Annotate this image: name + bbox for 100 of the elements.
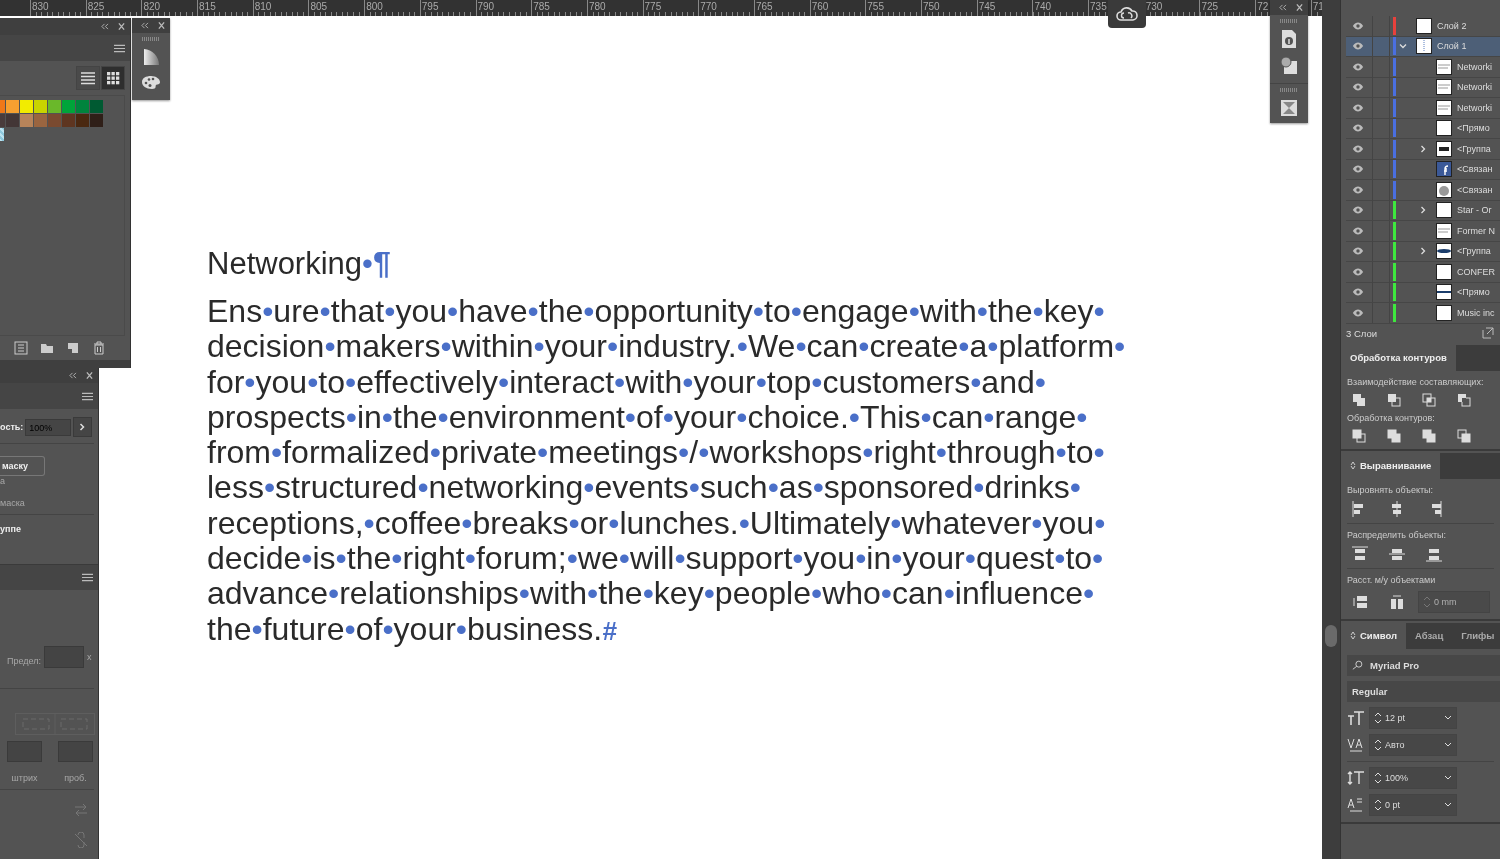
folder-icon[interactable] (40, 341, 54, 355)
chevron-down-icon[interactable] (1444, 801, 1452, 808)
layer-row[interactable]: CONFER (1346, 262, 1500, 283)
font-style-field[interactable]: Regular (1347, 680, 1500, 702)
collapse-icon[interactable] (100, 23, 109, 30)
color-swatch[interactable] (20, 114, 33, 127)
eye-icon[interactable] (1352, 144, 1364, 153)
horizontal-spacing-icon[interactable] (1389, 593, 1405, 610)
eye-icon[interactable] (1352, 83, 1364, 92)
color-swatch[interactable] (76, 114, 89, 127)
eye-icon[interactable] (1352, 42, 1364, 51)
panel-tab[interactable]: Выравнивание (1341, 452, 1441, 479)
new-window-icon[interactable] (1482, 327, 1494, 339)
color-swatch[interactable] (20, 100, 33, 113)
eye-icon[interactable] (1352, 226, 1364, 235)
chevron-down-icon[interactable] (1444, 714, 1452, 721)
color-swatch[interactable] (34, 114, 47, 127)
shape-mode-icon[interactable] (1457, 392, 1471, 407)
layer-row[interactable]: <Связан (1346, 180, 1500, 201)
gradient-icon[interactable] (141, 47, 161, 67)
eye-icon[interactable] (1352, 21, 1364, 30)
close-icon[interactable] (1295, 4, 1304, 11)
color-swatch[interactable] (62, 100, 75, 113)
color-swatch[interactable] (6, 114, 19, 127)
value-field[interactable]: 100% (1369, 766, 1457, 789)
grip-handle[interactable] (1280, 19, 1298, 23)
shapes-icon[interactable] (1279, 55, 1299, 75)
panel-tab[interactable]: Обработка контуров (1341, 344, 1456, 371)
layer-row[interactable]: Слой 2 (1346, 16, 1500, 37)
grip-handle[interactable] (1280, 88, 1298, 92)
grip-handle[interactable] (142, 37, 160, 41)
color-swatch[interactable] (6, 100, 19, 113)
layer-row[interactable]: Networki (1346, 57, 1500, 78)
mask-button[interactable]: маску (0, 456, 45, 476)
collapse-icon[interactable] (1278, 4, 1287, 11)
value-field[interactable]: Авто (1369, 733, 1457, 756)
panel-tab[interactable]: Абзац (1406, 622, 1453, 649)
eye-icon[interactable] (1352, 247, 1364, 256)
hourglass-icon[interactable] (1279, 98, 1299, 118)
cloud-icon[interactable] (1108, 0, 1146, 28)
menu-icon[interactable] (82, 391, 93, 401)
color-swatch[interactable] (62, 114, 75, 127)
value-field[interactable]: 0 pt (1369, 793, 1457, 816)
list-view-button[interactable] (76, 66, 100, 90)
collapse-icon[interactable] (68, 372, 77, 379)
shape-mode-icon[interactable] (1422, 392, 1436, 407)
eye-icon[interactable] (1352, 62, 1364, 71)
pathfinder-icon[interactable] (1352, 428, 1366, 443)
eye-icon[interactable] (1352, 185, 1364, 194)
color-swatch[interactable] (76, 100, 89, 113)
layer-row[interactable]: Star - Or (1346, 200, 1500, 221)
color-swatch[interactable] (34, 100, 47, 113)
color-swatch[interactable] (48, 114, 61, 127)
scrollbar[interactable] (1322, 0, 1340, 859)
new-item-icon[interactable] (66, 341, 80, 355)
color-swatch[interactable] (48, 100, 61, 113)
trash-icon[interactable] (92, 341, 106, 355)
close-icon[interactable] (85, 372, 94, 379)
layer-row[interactable]: Former N (1346, 221, 1500, 242)
panel-tab[interactable]: Глифы (1452, 622, 1500, 649)
pathfinder-icon[interactable] (1387, 428, 1401, 443)
shape-mode-icon[interactable] (1352, 392, 1366, 407)
gap-field[interactable] (58, 741, 93, 762)
scrollbar-thumb[interactable] (1325, 625, 1337, 647)
layer-row[interactable]: Networki (1346, 98, 1500, 119)
panel-tab[interactable]: Символ (1341, 622, 1407, 649)
grid-view-button[interactable] (101, 66, 125, 90)
limit-field[interactable] (44, 646, 84, 668)
layer-row[interactable]: Music inc (1346, 303, 1500, 324)
eye-icon[interactable] (1352, 103, 1364, 112)
layer-row[interactable]: <Прямо (1346, 282, 1500, 303)
layer-row[interactable]: Networki (1346, 77, 1500, 98)
pathfinder-icon[interactable] (1422, 428, 1436, 443)
value-field[interactable]: 12 pt (1369, 706, 1457, 729)
collapse-icon[interactable] (140, 22, 149, 29)
vertical-spacing-icon[interactable] (1352, 593, 1368, 610)
eye-icon[interactable] (1352, 288, 1364, 297)
font-family-field[interactable]: Myriad Pro (1347, 654, 1500, 676)
collapse-arrows-icon[interactable] (1350, 631, 1356, 640)
chevron-right-icon[interactable] (73, 417, 93, 437)
pathfinder-icon[interactable] (1457, 428, 1471, 443)
menu-icon[interactable] (82, 573, 93, 582)
eye-icon[interactable] (1352, 308, 1364, 317)
distribute-icon[interactable] (1352, 545, 1368, 562)
chevron-down-icon[interactable] (1399, 42, 1407, 51)
document-info-icon[interactable] (1279, 29, 1299, 49)
layer-row[interactable]: Слой 1 (1346, 36, 1500, 57)
collapse-arrows-icon[interactable] (1350, 461, 1356, 470)
shape-mode-icon[interactable] (1387, 392, 1401, 407)
eye-icon[interactable] (1352, 267, 1364, 276)
menu-icon[interactable] (114, 43, 125, 53)
pattern-swatch[interactable] (0, 128, 4, 141)
color-swatch[interactable] (90, 114, 103, 127)
chevron-down-icon[interactable] (1444, 741, 1452, 748)
layer-row[interactable]: <Группа (1346, 241, 1500, 262)
eye-icon[interactable] (1352, 206, 1364, 215)
eye-icon[interactable] (1352, 165, 1364, 174)
close-icon[interactable] (117, 23, 126, 30)
chevron-down-icon[interactable] (1444, 774, 1452, 781)
layer-row[interactable]: <Прямо (1346, 118, 1500, 139)
